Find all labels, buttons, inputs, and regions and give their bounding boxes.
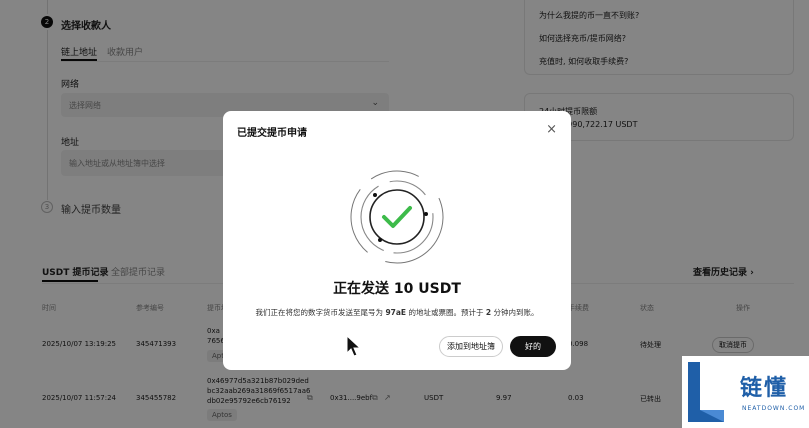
success-check-icon bbox=[350, 170, 444, 264]
modal-heading: 正在发送 10 USDT bbox=[333, 281, 461, 297]
watermark-subtext: NEATDOWN.COM bbox=[742, 405, 806, 412]
logo-l-icon bbox=[688, 362, 724, 422]
add-to-address-book-button[interactable]: 添加到地址簿 bbox=[439, 336, 503, 357]
modal-title: 已提交提币申请 bbox=[237, 128, 307, 139]
close-icon[interactable]: × bbox=[546, 122, 557, 137]
watermark-text: 链懂 bbox=[740, 376, 789, 401]
modal-description: 我们正在将您的数字货币发送至尾号为 97aE 的地址或票圈。预计于 2 分钟内到… bbox=[223, 307, 571, 318]
mouse-cursor-icon bbox=[346, 335, 362, 357]
desc-part-3: 分钟内到账。 bbox=[491, 308, 539, 317]
desc-part-2: 的地址或票圈。预计于 bbox=[406, 308, 486, 317]
desc-address-suffix: 97aE bbox=[385, 308, 407, 317]
ok-button[interactable]: 好的 bbox=[510, 336, 556, 357]
withdraw-submitted-modal: 已提交提币申请 × 正在发送 10 USDT 我们正在将您的数字货币发送至尾号为… bbox=[223, 111, 571, 370]
desc-part-1: 我们正在将您的数字货币发送至尾号为 bbox=[255, 308, 386, 317]
